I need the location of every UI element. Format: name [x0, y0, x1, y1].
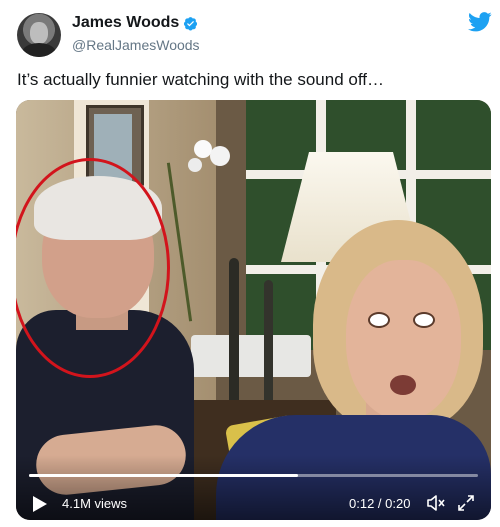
avatar-body	[22, 43, 56, 57]
video-time: 0:12 / 0:20	[349, 496, 411, 511]
tweet-card: James Woods @RealJamesWoods It’s actuall…	[0, 0, 500, 527]
woman-eye	[413, 312, 435, 328]
woman-face	[346, 260, 461, 420]
tweet-text: It’s actually funnier watching with the …	[17, 70, 384, 89]
woman-eye	[368, 312, 390, 328]
printer	[191, 335, 311, 377]
red-circle-annotation	[16, 158, 170, 378]
sculpture	[264, 280, 273, 410]
avatar-face	[30, 22, 48, 44]
twitter-bird-icon[interactable]	[468, 12, 492, 32]
orchid-flower	[210, 146, 230, 166]
avatar[interactable]	[17, 13, 61, 57]
sculpture	[229, 258, 239, 408]
view-count: 4.1M views	[62, 496, 128, 511]
verified-badge-icon	[184, 16, 198, 30]
muted-speaker-icon[interactable]	[426, 494, 446, 512]
video-player[interactable]: 4.1M views 0:12 / 0:20	[16, 100, 491, 520]
play-icon[interactable]	[32, 495, 48, 513]
progress-bar-fill	[29, 474, 299, 477]
author-row: James Woods	[72, 14, 198, 32]
author-name[interactable]: James Woods	[72, 14, 179, 32]
author-handle[interactable]: @RealJamesWoods	[72, 37, 200, 53]
fullscreen-icon[interactable]	[457, 494, 475, 512]
progress-bar[interactable]	[29, 474, 478, 477]
woman-mouth	[390, 375, 416, 395]
orchid-flower	[188, 158, 202, 172]
